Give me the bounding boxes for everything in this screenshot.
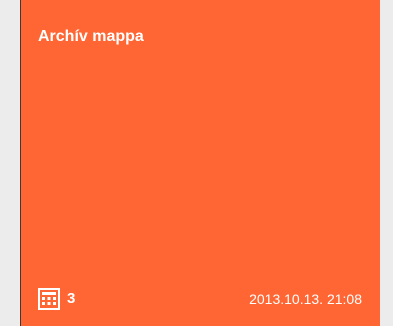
timestamp: 2013.10.13. 21:08 <box>249 291 362 307</box>
folder-tile[interactable]: Archív mappa 3 2013.10.13. 21:08 <box>20 0 380 326</box>
tile-footer: 3 2013.10.13. 21:08 <box>38 286 362 312</box>
item-count: 3 <box>38 286 75 312</box>
stage: Archív mappa 3 2013.10.13. 21:08 <box>0 0 393 326</box>
tile-title: Archív mappa <box>38 28 144 45</box>
grid-icon <box>38 288 60 310</box>
count-value: 3 <box>67 290 76 307</box>
